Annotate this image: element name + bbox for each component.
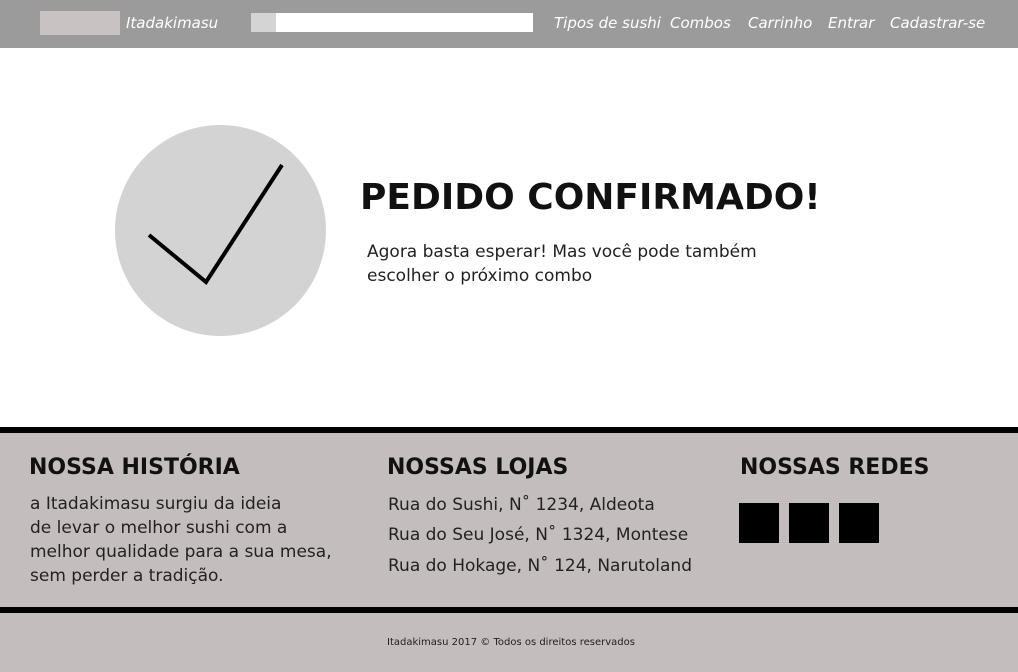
history-text-line: melhor qualidade para a sua mesa,: [30, 542, 332, 562]
store-address: Rua do Seu José, N˚ 1324, Montese: [388, 525, 689, 545]
confirmation-title: PEDIDO CONFIRMADO!: [360, 177, 821, 218]
social-heading: NOSSAS REDES: [740, 455, 930, 480]
social-icon-3[interactable]: [839, 503, 879, 543]
checkmark-svg: [147, 163, 284, 285]
confirmation-message: Agora basta esperar! Mas você pode també…: [367, 240, 787, 288]
brand-name[interactable]: Itadakimasu: [126, 14, 218, 32]
confirmation-message-line: Agora basta esperar! Mas você pode també…: [367, 242, 757, 262]
checkmark-icon: [115, 125, 326, 336]
store-address: Rua do Sushi, N˚ 1234, Aldeota: [388, 495, 655, 515]
history-heading: NOSSA HISTÓRIA: [29, 455, 240, 480]
nav-link-carrinho[interactable]: Carrinho: [748, 14, 812, 32]
search-button[interactable]: [251, 13, 276, 32]
history-text-line: a Itadakimasu surgiu da ideia: [30, 494, 282, 514]
copyright-text: Itadakimasu 2017 © Todos os direitos res…: [387, 637, 635, 648]
search-input[interactable]: [276, 13, 533, 32]
history-text-line: de levar o melhor sushi com a: [30, 518, 288, 538]
social-icon-1[interactable]: [739, 503, 779, 543]
logo[interactable]: [40, 11, 120, 35]
top-navbar: Itadakimasu Tipos de sushi Combos Carrin…: [0, 0, 1018, 48]
nav-link-cadastrar[interactable]: Cadastrar-se: [890, 14, 985, 32]
store-address: Rua do Hokage, N˚ 124, Narutoland: [388, 556, 692, 576]
footer-divider: [0, 607, 1018, 613]
nav-link-entrar[interactable]: Entrar: [828, 14, 874, 32]
confirmation-message-line: escolher o próximo combo: [367, 266, 593, 286]
nav-link-combos[interactable]: Combos: [670, 14, 731, 32]
footer-divider: [0, 427, 1018, 433]
history-text-line: sem perder a tradição.: [30, 566, 224, 586]
stores-heading: NOSSAS LOJAS: [387, 455, 569, 480]
social-icon-2[interactable]: [789, 503, 829, 543]
nav-link-tipos-de-sushi[interactable]: Tipos de sushi: [554, 14, 661, 32]
